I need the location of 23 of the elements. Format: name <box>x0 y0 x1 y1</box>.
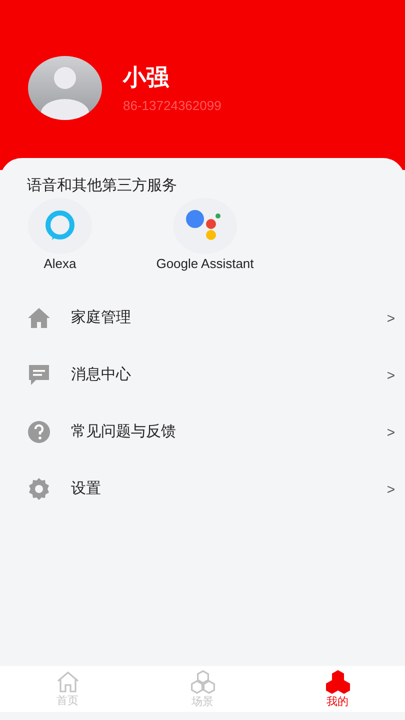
chevron-icon: > <box>386 310 395 326</box>
help-icon <box>27 420 51 444</box>
hexagons-icon <box>190 670 216 694</box>
chat-icon <box>27 364 51 386</box>
service-label: Alexa <box>44 256 76 271</box>
chevron-icon: > <box>386 366 395 382</box>
menu-item[interactable]: 设置 <box>71 479 387 498</box>
section-title: 语音和其他第三方服务 <box>27 175 178 196</box>
hexagons-icon <box>324 670 350 694</box>
house-icon <box>56 671 80 693</box>
menu-item[interactable]: 家庭管理 <box>71 308 387 327</box>
menu-item[interactable]: 常见问题与反馈 <box>71 422 387 441</box>
avatar-icon[interactable] <box>27 55 103 121</box>
chevron-icon: > <box>386 424 395 440</box>
gear-icon <box>27 476 51 500</box>
menu-item[interactable]: 消息中心 <box>71 365 387 384</box>
house-icon <box>27 306 51 328</box>
service-label: Google Assistant <box>156 256 254 271</box>
phone-number: 86-13724362099 <box>123 98 222 112</box>
tab[interactable]: 我的 <box>270 666 405 712</box>
ring-icon <box>44 210 76 242</box>
user-name: 小强 <box>123 64 170 92</box>
chevron-icon: > <box>386 480 395 496</box>
